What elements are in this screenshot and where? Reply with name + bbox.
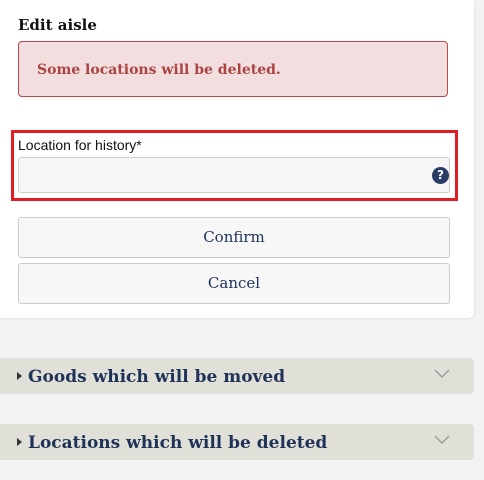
chevron-down-icon xyxy=(434,369,450,378)
cancel-button[interactable]: Cancel xyxy=(18,263,450,304)
location-history-input[interactable] xyxy=(18,157,450,193)
location-history-label: Location for history* xyxy=(18,137,142,153)
confirm-button[interactable]: Confirm xyxy=(18,217,450,258)
alert-message: Some locations will be deleted. xyxy=(37,62,281,78)
accordion-locations-deleted[interactable]: Locations which will be deleted xyxy=(0,424,474,460)
help-circle-icon[interactable]: ? xyxy=(432,167,449,184)
accordion-goods-moved[interactable]: Goods which will be moved xyxy=(0,358,474,394)
accordion-title: Locations which will be deleted xyxy=(28,433,328,453)
caret-right-icon xyxy=(17,438,22,446)
chevron-down-icon xyxy=(434,435,450,444)
accordion-title: Goods which will be moved xyxy=(28,367,286,387)
warning-alert: Some locations will be deleted. xyxy=(18,41,448,97)
dialog-title: Edit aisle xyxy=(18,16,97,34)
edit-aisle-dialog: Edit aisle Some locations will be delete… xyxy=(0,0,474,318)
caret-right-icon xyxy=(17,372,22,380)
